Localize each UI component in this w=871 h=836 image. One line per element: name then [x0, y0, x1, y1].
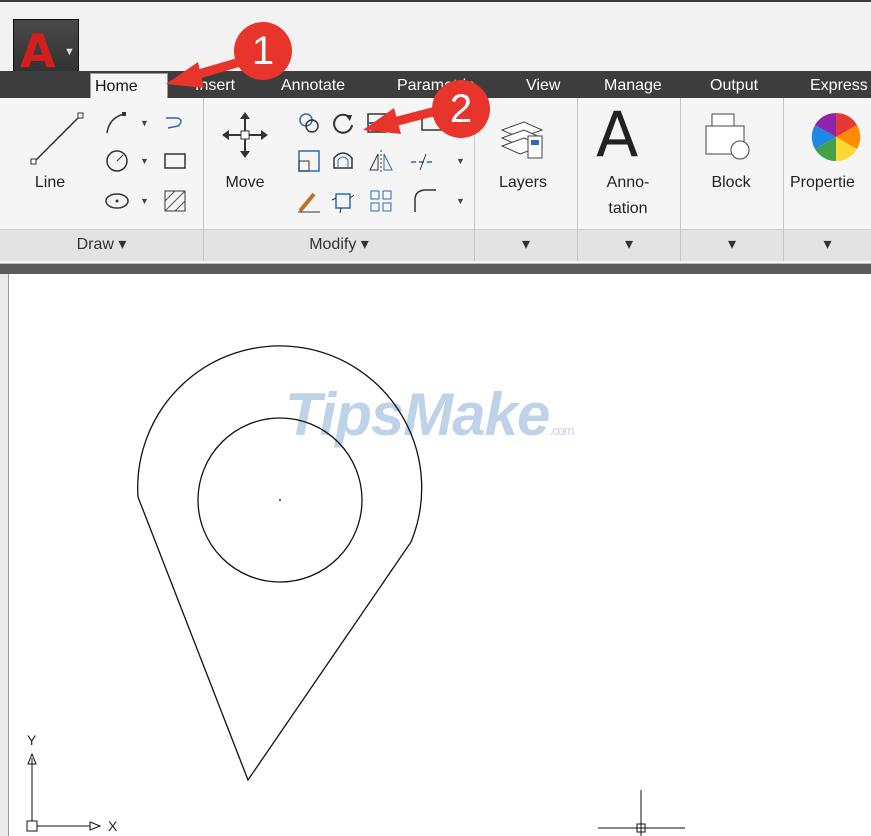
- ucs-y-label: Y: [27, 732, 37, 748]
- drawing-geometry: [26, 345, 685, 836]
- ucs-icon: [26, 752, 102, 832]
- map-pin-drawing[interactable]: [137, 345, 423, 782]
- callout-step-1: 1: [234, 22, 292, 80]
- ucs-x-label: X: [108, 818, 118, 834]
- callout-step-2: 2: [432, 80, 490, 138]
- crosshair-cursor-icon: [598, 790, 685, 836]
